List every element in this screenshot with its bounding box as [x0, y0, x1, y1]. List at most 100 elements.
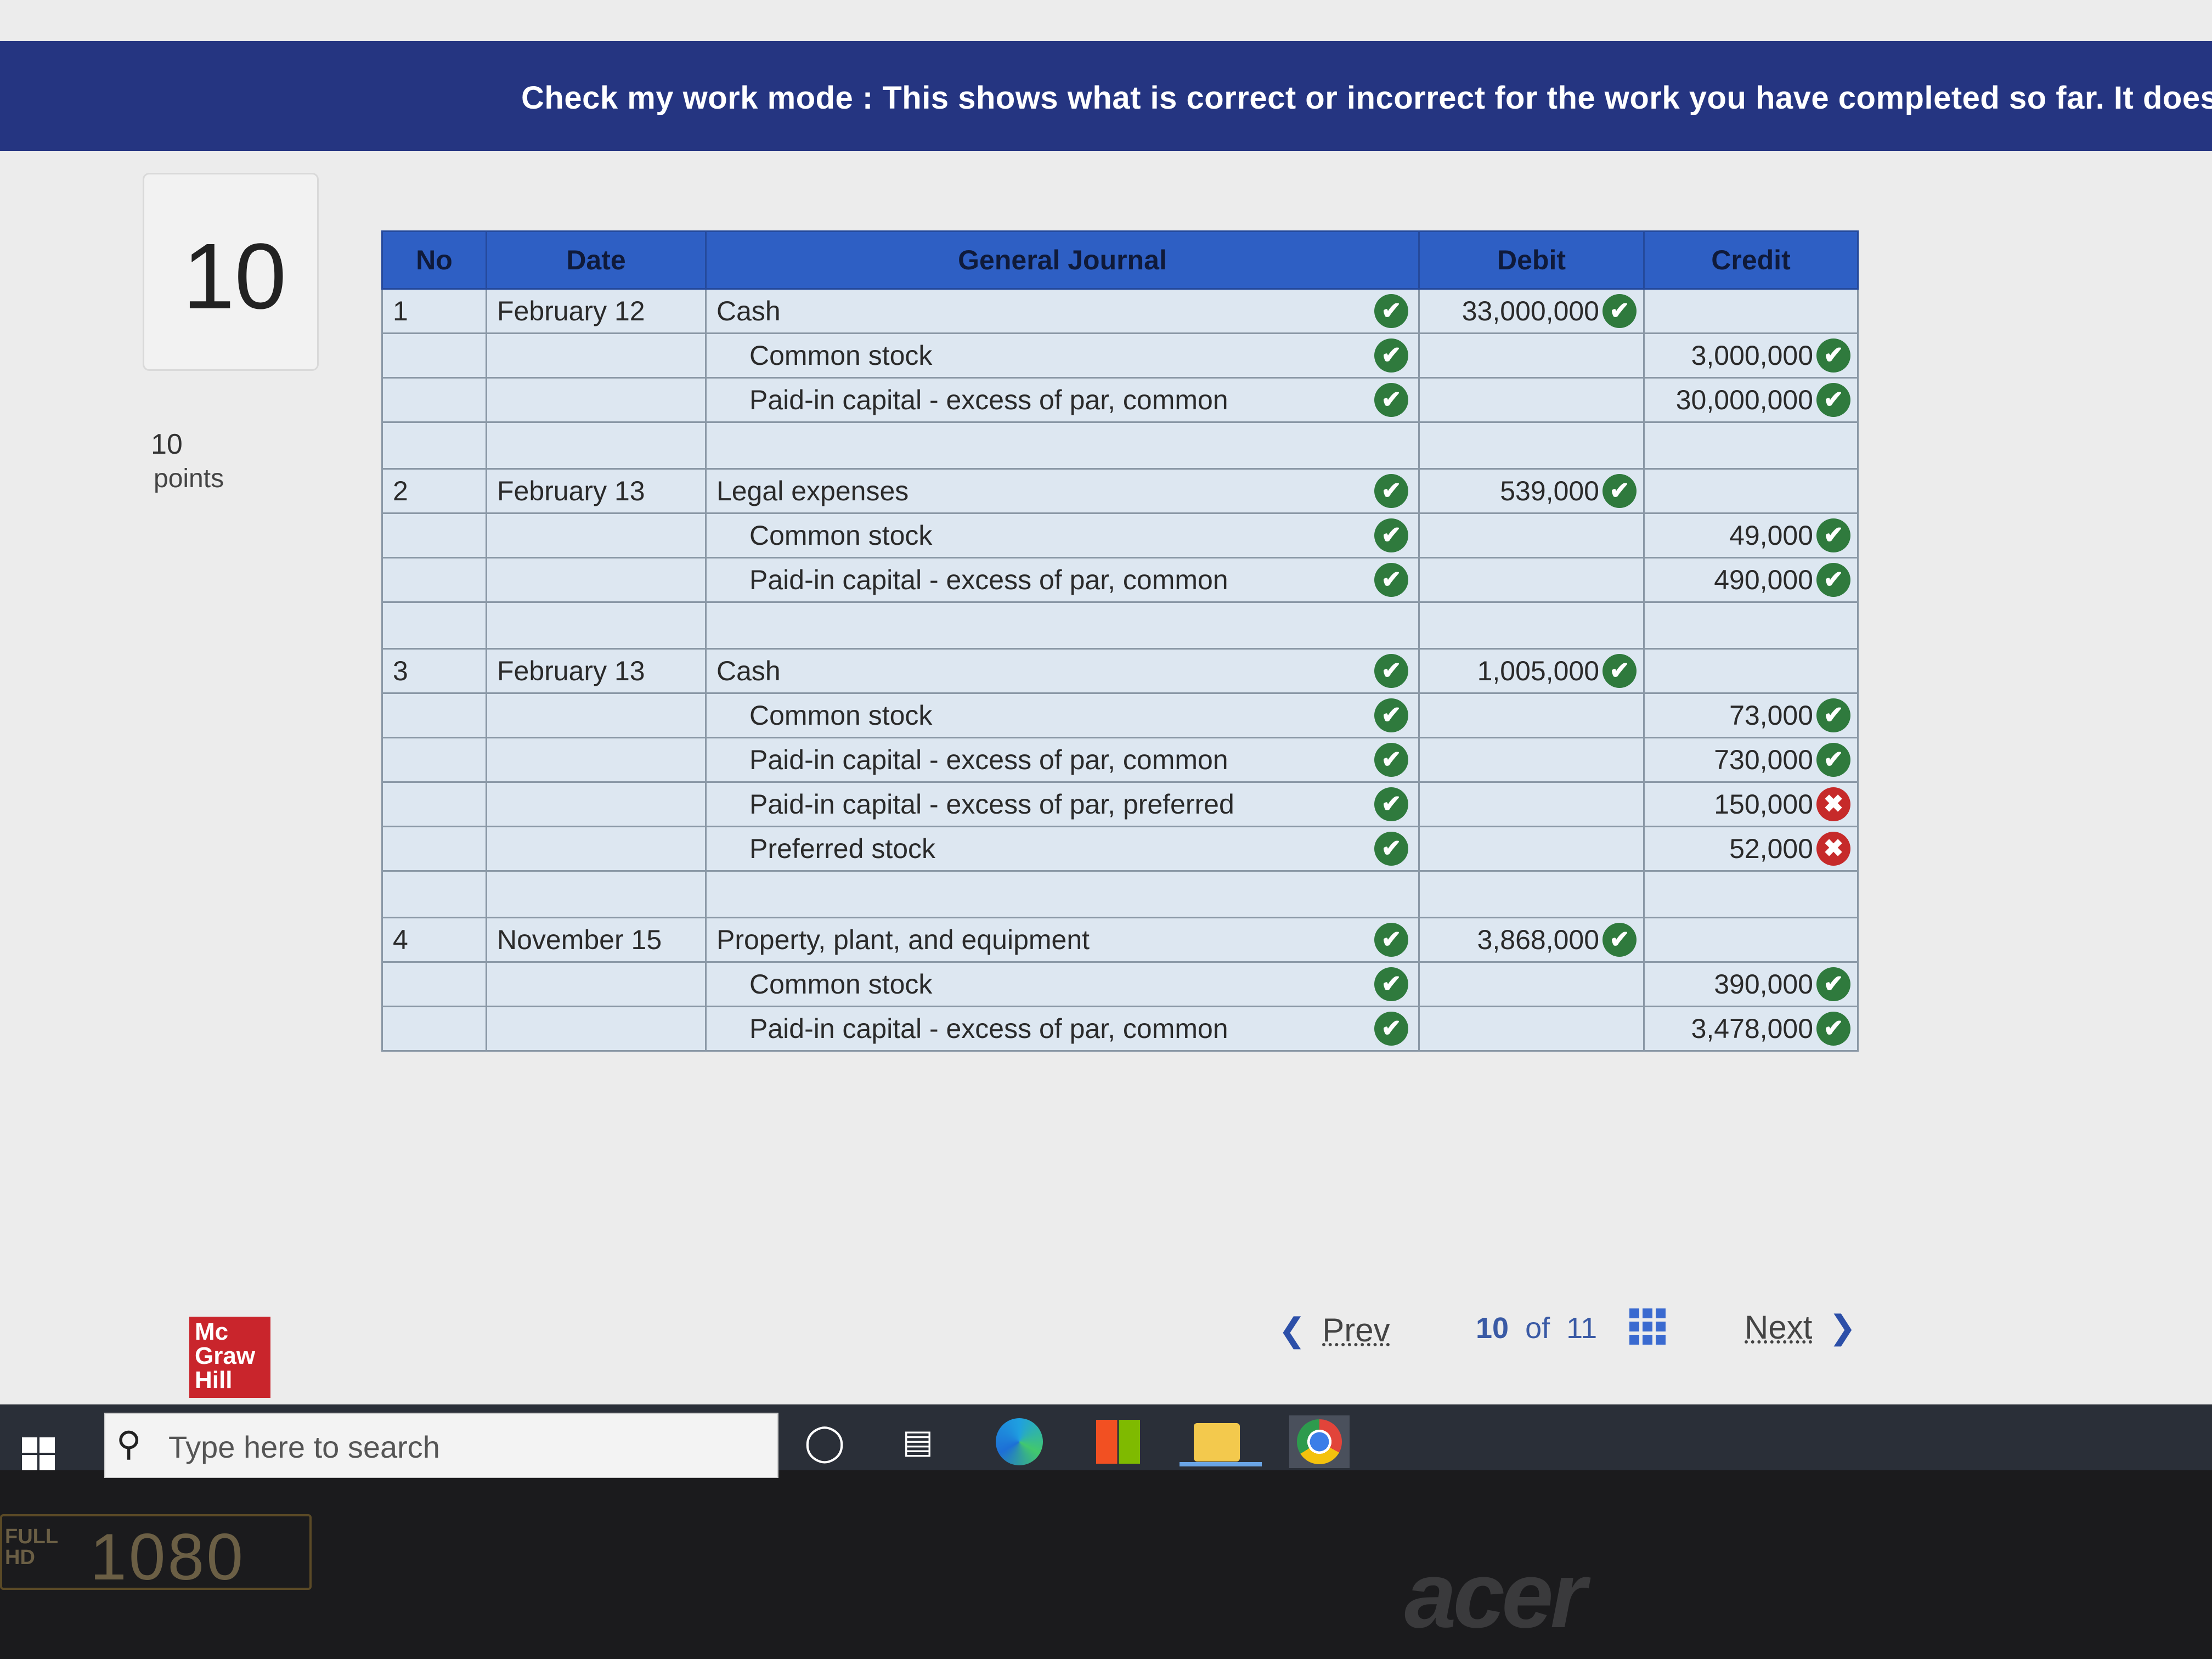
date-cell[interactable] — [486, 692, 707, 738]
entry-number-cell[interactable]: 1 — [381, 288, 487, 334]
correct-check-icon: ✔ — [1816, 1012, 1850, 1046]
account-cell[interactable]: Common stock ✔ — [705, 692, 1420, 738]
grid-icon[interactable] — [1629, 1308, 1666, 1345]
debit-cell[interactable]: 33,000,000 ✔ — [1418, 288, 1645, 334]
account-cell[interactable]: Common stock ✔ — [705, 332, 1420, 379]
account-cell[interactable]: Paid-in capital - excess of par, preferr… — [705, 781, 1420, 827]
empty-cell[interactable] — [1418, 601, 1645, 650]
account-cell[interactable]: Paid-in capital - excess of par, common ✔ — [705, 1006, 1420, 1052]
entry-number-cell[interactable] — [381, 512, 487, 558]
chrome-icon[interactable] — [1289, 1415, 1350, 1468]
correct-check-icon: ✔ — [1374, 967, 1408, 1001]
debit-cell[interactable] — [1418, 377, 1645, 423]
debit-cell[interactable] — [1418, 961, 1645, 1007]
date-cell[interactable]: February 12 — [486, 288, 707, 334]
empty-cell[interactable] — [1418, 870, 1645, 918]
empty-cell[interactable] — [1643, 421, 1859, 470]
taskbar-search-box[interactable]: ⚲ Type here to search — [104, 1413, 778, 1478]
credit-cell[interactable]: 490,000 ✔ — [1643, 557, 1859, 603]
empty-cell[interactable] — [705, 601, 1420, 650]
store-icon[interactable] — [1092, 1415, 1144, 1468]
credit-cell[interactable] — [1643, 648, 1859, 694]
entry-number-cell[interactable] — [381, 781, 487, 827]
credit-cell[interactable]: 3,478,000 ✔ — [1643, 1006, 1859, 1052]
entry-number-cell[interactable] — [381, 692, 487, 738]
entry-number-cell[interactable]: 4 — [381, 917, 487, 963]
entry-number-cell[interactable]: 2 — [381, 468, 487, 514]
entry-number-cell[interactable] — [381, 737, 487, 783]
date-cell[interactable] — [486, 781, 707, 827]
credit-amount: 490,000 — [1714, 565, 1813, 595]
empty-cell[interactable] — [705, 870, 1420, 918]
credit-cell[interactable]: 3,000,000 ✔ — [1643, 332, 1859, 379]
empty-cell[interactable] — [1643, 870, 1859, 918]
account-cell[interactable]: Paid-in capital - excess of par, common ✔ — [705, 377, 1420, 423]
file-explorer-icon[interactable] — [1190, 1415, 1243, 1468]
entry-number-cell[interactable]: 3 — [381, 648, 487, 694]
edge-icon[interactable] — [993, 1415, 1046, 1468]
debit-cell[interactable]: 539,000 ✔ — [1418, 468, 1645, 514]
entry-number-cell[interactable] — [381, 1006, 487, 1052]
date-cell[interactable]: November 15 — [486, 917, 707, 963]
account-cell[interactable]: Preferred stock ✔ — [705, 826, 1420, 872]
date-cell[interactable] — [486, 1006, 707, 1052]
next-button[interactable]: Next ❯ — [1745, 1308, 1857, 1347]
entry-number-cell[interactable] — [381, 557, 487, 603]
account-cell[interactable]: Cash ✔ — [705, 288, 1420, 334]
empty-cell[interactable] — [705, 421, 1420, 470]
empty-cell[interactable] — [381, 421, 487, 470]
debit-cell[interactable] — [1418, 692, 1645, 738]
credit-cell[interactable]: 390,000 ✔ — [1643, 961, 1859, 1007]
date-cell[interactable]: February 13 — [486, 468, 707, 514]
date-cell[interactable] — [486, 332, 707, 379]
cortana-icon[interactable]: ◯ — [798, 1415, 851, 1468]
date-cell[interactable] — [486, 737, 707, 783]
correct-check-icon: ✔ — [1374, 338, 1408, 373]
entry-number-cell[interactable] — [381, 961, 487, 1007]
account-cell[interactable]: Paid-in capital - excess of par, common ✔ — [705, 557, 1420, 603]
credit-cell[interactable] — [1643, 917, 1859, 963]
entry-number-cell[interactable] — [381, 377, 487, 423]
empty-cell[interactable] — [1418, 421, 1645, 470]
account-cell[interactable]: Common stock ✔ — [705, 512, 1420, 558]
debit-cell[interactable]: 3,868,000 ✔ — [1418, 917, 1645, 963]
credit-cell[interactable]: 49,000 ✔ — [1643, 512, 1859, 558]
debit-cell[interactable] — [1418, 826, 1645, 872]
account-cell[interactable]: Legal expenses ✔ — [705, 468, 1420, 514]
debit-cell[interactable] — [1418, 512, 1645, 558]
empty-cell[interactable] — [1643, 601, 1859, 650]
date-cell[interactable] — [486, 512, 707, 558]
empty-cell[interactable] — [486, 601, 707, 650]
windows-start-icon[interactable] — [22, 1437, 56, 1471]
date-cell[interactable] — [486, 826, 707, 872]
credit-cell[interactable]: 150,000 ✖ — [1643, 781, 1859, 827]
entry-number-cell[interactable] — [381, 826, 487, 872]
account-cell[interactable]: Cash ✔ — [705, 648, 1420, 694]
account-cell[interactable]: Paid-in capital - excess of par, common ✔ — [705, 737, 1420, 783]
debit-cell[interactable] — [1418, 781, 1645, 827]
credit-cell[interactable]: 52,000 ✖ — [1643, 826, 1859, 872]
date-cell[interactable] — [486, 557, 707, 603]
credit-cell[interactable]: 730,000 ✔ — [1643, 737, 1859, 783]
debit-cell[interactable]: 1,005,000 ✔ — [1418, 648, 1645, 694]
entry-number-cell[interactable] — [381, 332, 487, 379]
date-cell[interactable]: February 13 — [486, 648, 707, 694]
debit-cell[interactable] — [1418, 332, 1645, 379]
credit-cell[interactable] — [1643, 468, 1859, 514]
empty-cell[interactable] — [381, 870, 487, 918]
account-cell[interactable]: Property, plant, and equipment ✔ — [705, 917, 1420, 963]
credit-cell[interactable] — [1643, 288, 1859, 334]
debit-cell[interactable] — [1418, 737, 1645, 783]
date-cell[interactable] — [486, 961, 707, 1007]
task-view-icon[interactable]: ▤ — [891, 1415, 944, 1468]
credit-cell[interactable]: 73,000 ✔ — [1643, 692, 1859, 738]
debit-cell[interactable] — [1418, 557, 1645, 603]
debit-cell[interactable] — [1418, 1006, 1645, 1052]
account-cell[interactable]: Common stock ✔ — [705, 961, 1420, 1007]
empty-cell[interactable] — [486, 870, 707, 918]
credit-cell[interactable]: 30,000,000 ✔ — [1643, 377, 1859, 423]
date-cell[interactable] — [486, 377, 707, 423]
prev-button[interactable]: ❮ Prev — [1278, 1311, 1390, 1350]
empty-cell[interactable] — [381, 601, 487, 650]
empty-cell[interactable] — [486, 421, 707, 470]
